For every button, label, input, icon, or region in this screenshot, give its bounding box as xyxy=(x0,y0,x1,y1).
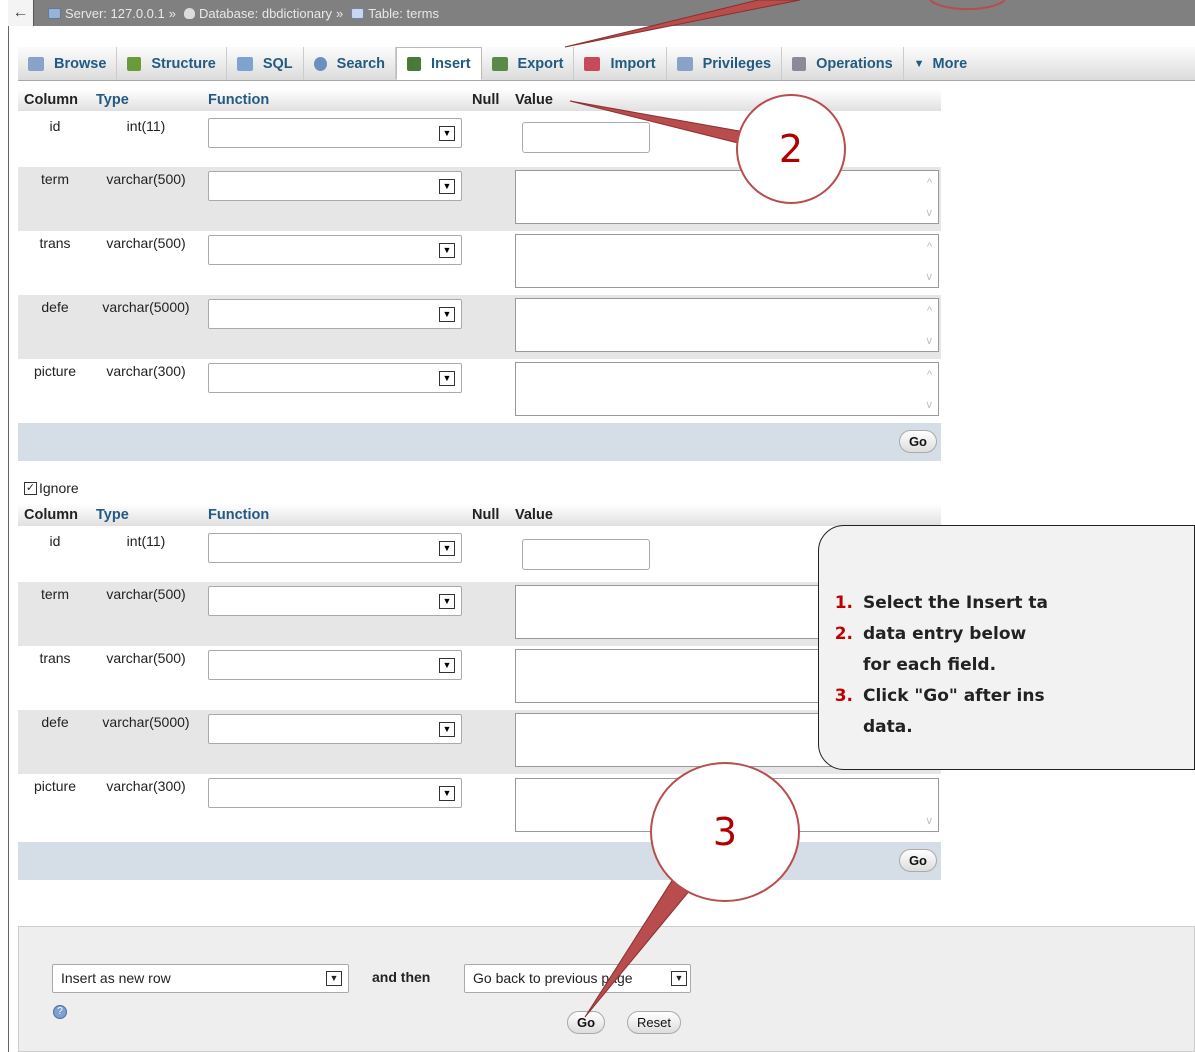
callout-line: data. xyxy=(863,717,913,737)
callout-line: 1. Select the Insert ta xyxy=(834,593,1049,613)
step-number: 3 xyxy=(712,810,738,854)
callout-line: for each field. xyxy=(863,655,997,675)
bubble-1-edge xyxy=(929,0,1006,11)
step-bubble-3: 3 xyxy=(650,762,800,902)
callout-line: 2. data entry below xyxy=(834,624,1027,644)
step-bubble-2: 2 xyxy=(736,94,846,204)
callout-line: 3. Click "Go" after ins xyxy=(834,686,1045,706)
step-number: 2 xyxy=(778,127,804,171)
pointer-insert-tab xyxy=(564,0,801,48)
pointer-value-header xyxy=(569,100,746,145)
instruction-callout: 1. Select the Insert ta 2. data entry belo… xyxy=(818,525,1195,770)
